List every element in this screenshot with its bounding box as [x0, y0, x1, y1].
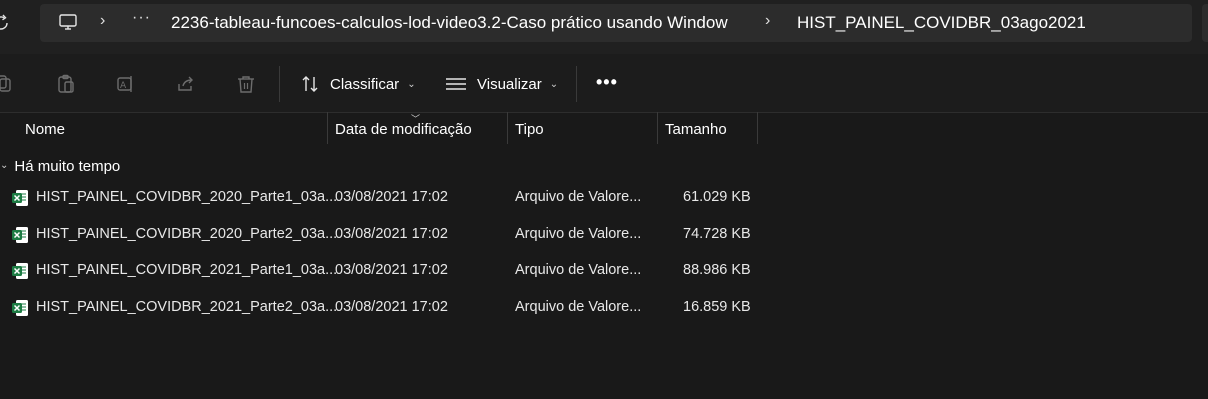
paste-icon[interactable] [56, 74, 76, 94]
column-header-date[interactable]: Data de modificação [335, 121, 472, 138]
more-options-button[interactable]: ••• [596, 72, 618, 93]
file-size: 74.728 KB [683, 226, 751, 242]
file-size: 61.029 KB [683, 189, 751, 205]
rename-icon[interactable]: A [116, 74, 136, 94]
view-button[interactable]: Visualizar ⌄ [445, 71, 558, 97]
breadcrumb-separator[interactable]: › [765, 12, 770, 30]
file-date-modified: 03/08/2021 17:02 [335, 226, 448, 242]
sort-button-label: Classificar [330, 75, 400, 93]
view-lines-icon [446, 78, 466, 90]
file-name[interactable]: HIST_PAINEL_COVIDBR_2020_Parte2_03a... [36, 226, 337, 242]
chevron-down-icon: ⌄ [549, 78, 559, 90]
sort-icon [302, 76, 318, 92]
group-label: Há muito tempo [14, 157, 121, 175]
file-date-modified: 03/08/2021 17:02 [335, 262, 448, 278]
column-header-type[interactable]: Tipo [515, 121, 544, 138]
sort-indicator-icon: ﹀ [411, 114, 421, 124]
chevron-down-icon: ⌄ [407, 78, 416, 90]
this-pc-icon[interactable] [58, 12, 78, 32]
file-name[interactable]: HIST_PAINEL_COVIDBR_2020_Parte1_03a... [36, 189, 337, 205]
address-bar-area: › ··· 2236-tableau-funcoes-calculos-lod-… [0, 0, 1208, 54]
excel-csv-icon [12, 300, 28, 316]
toolbar-divider [576, 66, 577, 102]
copy-icon[interactable] [0, 74, 14, 94]
breadcrumb-folder-current[interactable]: HIST_PAINEL_COVIDBR_03ago2021 [797, 13, 1086, 33]
file-size: 16.859 KB [683, 299, 751, 315]
column-resize-handle[interactable] [757, 112, 758, 144]
breadcrumb-separator[interactable]: › [100, 12, 105, 30]
group-header[interactable]: ⌄ Há muito tempo [0, 155, 120, 177]
refresh-icon[interactable] [0, 13, 12, 33]
file-row[interactable]: HIST_PAINEL_COVIDBR_2021_Parte1_03a... 03… [0, 253, 1208, 289]
file-size: 88.986 KB [683, 262, 751, 278]
file-row[interactable]: HIST_PAINEL_COVIDBR_2021_Parte2_03a... 03… [0, 290, 1208, 326]
column-header-row: Nome Data de modificação Tipo Tamanho [0, 112, 1208, 144]
svg-text:A: A [120, 81, 127, 91]
delete-icon[interactable] [236, 74, 256, 94]
breadcrumb-overflow-button[interactable]: ··· [132, 9, 151, 27]
excel-csv-icon [12, 190, 28, 206]
excel-csv-icon [12, 227, 28, 243]
file-name[interactable]: HIST_PAINEL_COVIDBR_2021_Parte2_03a... [36, 299, 337, 315]
file-type: Arquivo de Valore... [515, 262, 642, 278]
search-box-edge[interactable] [1202, 4, 1208, 42]
toolbar-divider [279, 66, 280, 102]
share-icon[interactable] [176, 74, 196, 94]
excel-csv-icon [12, 263, 28, 279]
column-header-size[interactable]: Tamanho [665, 121, 727, 138]
chevron-down-icon[interactable]: ⌄ [0, 160, 8, 171]
file-date-modified: 03/08/2021 17:02 [335, 189, 448, 205]
breadcrumb-folder-parent[interactable]: 2236-tableau-funcoes-calculos-lod-video3… [171, 13, 728, 33]
view-button-label: Visualizar [477, 75, 542, 93]
column-resize-handle[interactable] [327, 112, 328, 144]
column-resize-handle[interactable] [507, 112, 508, 144]
file-type: Arquivo de Valore... [515, 299, 642, 315]
sort-button[interactable]: Classificar ⌄ [300, 71, 416, 97]
column-header-name[interactable]: Nome [25, 121, 65, 138]
file-name[interactable]: HIST_PAINEL_COVIDBR_2021_Parte1_03a... [36, 262, 337, 278]
file-type: Arquivo de Valore... [515, 226, 642, 242]
file-row[interactable]: HIST_PAINEL_COVIDBR_2020_Parte1_03a... 03… [0, 180, 1208, 216]
file-type: Arquivo de Valore... [515, 189, 642, 205]
column-resize-handle[interactable] [657, 112, 658, 144]
file-date-modified: 03/08/2021 17:02 [335, 299, 448, 315]
file-row[interactable]: HIST_PAINEL_COVIDBR_2020_Parte2_03a... 03… [0, 217, 1208, 253]
